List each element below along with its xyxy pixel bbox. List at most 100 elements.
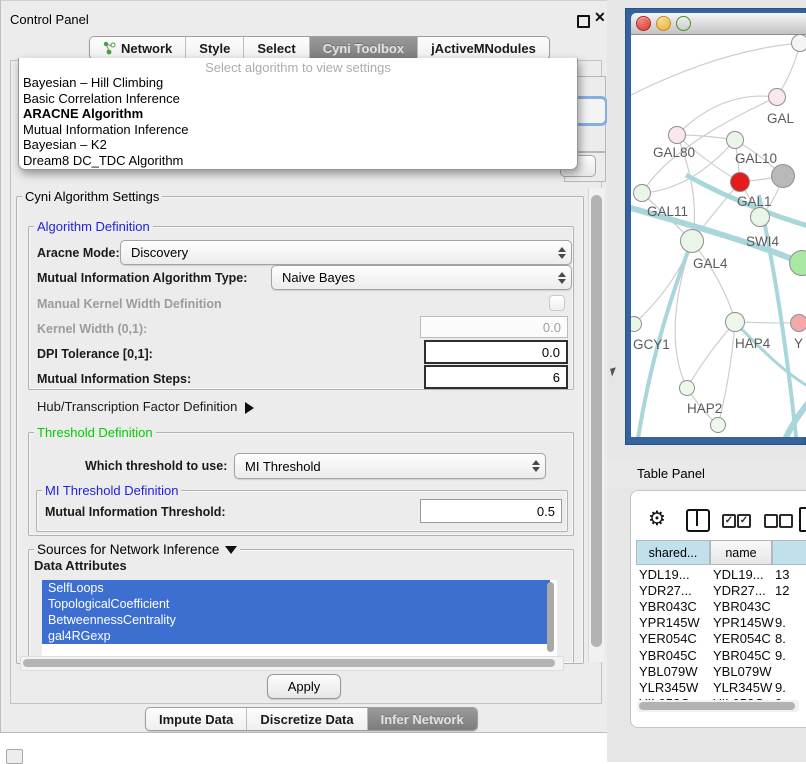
table-header-row: shared... name xyxy=(636,540,806,565)
tab-network-label: Network xyxy=(121,41,172,56)
network-node[interactable] xyxy=(730,172,750,192)
data-attribute-item[interactable]: BetweennessCentrality xyxy=(42,612,550,628)
table-row[interactable]: YBR043CYBR043C xyxy=(636,598,806,614)
export-table-icon[interactable] xyxy=(799,507,806,532)
network-view-window: GALGAL80GAL10GAL1GAL11SWI4GAL4GCY1HAP4YH… xyxy=(625,8,806,445)
settings-horizontal-scrollbar[interactable] xyxy=(20,656,564,671)
tab-infer-network[interactable]: Infer Network xyxy=(368,708,477,730)
threshold-definition-label: Threshold Definition xyxy=(34,426,156,439)
network-canvas[interactable]: GALGAL80GAL10GAL1GAL11SWI4GAL4GCY1HAP4YH… xyxy=(631,35,806,437)
manual-kernel-checkbox[interactable] xyxy=(549,295,565,311)
dpi-tolerance-field[interactable]: 0.0 xyxy=(424,340,568,364)
table-row[interactable]: YPR145WYPR145W9. xyxy=(636,615,806,631)
column-header-name[interactable]: name xyxy=(710,540,772,565)
network-node[interactable] xyxy=(750,207,770,227)
mi-type-label: Mutual Information Algorithm Type: xyxy=(37,271,247,285)
table-cell: YBR043C xyxy=(713,599,775,614)
node-label: Y xyxy=(794,336,803,351)
data-attributes-list[interactable]: SelfLoopsTopologicalCoefficientBetweenne… xyxy=(42,580,557,656)
attributes-scrollbar-thumb[interactable] xyxy=(547,582,554,652)
table-row[interactable]: YER054CYER054C8. xyxy=(636,631,806,647)
algorithm-option[interactable]: ARACNE Algorithm xyxy=(19,106,577,122)
table-horizontal-scrollbar[interactable] xyxy=(637,700,799,712)
deselect-all-checkbox-icon[interactable] xyxy=(779,514,793,528)
node-label: SWI4 xyxy=(746,234,779,249)
network-node[interactable] xyxy=(633,184,651,202)
network-icon xyxy=(103,41,116,55)
tab-discretize-data[interactable]: Discretize Data xyxy=(247,708,367,730)
network-node[interactable] xyxy=(668,126,686,144)
network-node[interactable] xyxy=(768,88,786,106)
columns-icon[interactable] xyxy=(686,509,710,532)
column-header-shared-name[interactable]: shared... xyxy=(636,540,710,565)
table-cell: YLR345W xyxy=(713,680,775,695)
table-cell: 12 xyxy=(775,583,805,598)
network-node[interactable] xyxy=(710,417,726,433)
tab-style[interactable]: Style xyxy=(186,37,244,59)
network-node[interactable] xyxy=(791,35,806,52)
vscroll-thumb[interactable] xyxy=(591,195,602,647)
network-node[interactable] xyxy=(679,380,695,396)
select-all-checkbox-icon[interactable]: ✓ xyxy=(737,514,751,528)
network-node[interactable] xyxy=(725,312,745,332)
network-node[interactable] xyxy=(726,131,744,149)
aracne-mode-select[interactable]: Discovery xyxy=(120,240,572,265)
table-row[interactable]: YBL079WYBL079W xyxy=(636,663,806,679)
tab-impute-data[interactable]: Impute Data xyxy=(146,708,247,730)
mi-steps-field[interactable]: 6 xyxy=(424,365,568,389)
table-cell: YER054C xyxy=(636,631,713,646)
table-row[interactable]: YDR27...YDR27...12 xyxy=(636,582,806,598)
zoom-traffic-light[interactable] xyxy=(676,16,691,31)
table-cell: 8. xyxy=(775,631,805,646)
close-icon[interactable]: ✕ xyxy=(594,9,606,26)
tab-select[interactable]: Select xyxy=(244,37,309,59)
hscroll-thumb[interactable] xyxy=(23,659,555,667)
close-traffic-light[interactable] xyxy=(636,16,651,31)
table-body[interactable]: YDL19...YDL19...13YDR27...YDR27...12YBR0… xyxy=(636,566,806,706)
which-threshold-value: MI Threshold xyxy=(235,459,527,474)
float-window-icon[interactable] xyxy=(577,15,590,28)
mi-type-value: Naive Bayes xyxy=(272,270,553,285)
settings-vertical-scrollbar[interactable] xyxy=(588,188,604,662)
table-cell: YDR27... xyxy=(713,583,775,598)
network-node[interactable] xyxy=(680,229,704,253)
tab-jactivemnodules[interactable]: jActiveMNodules xyxy=(418,37,549,59)
table-row[interactable]: YLR345WYLR345W9. xyxy=(636,679,806,695)
network-window-titlebar[interactable] xyxy=(631,13,806,35)
table-panel-title: Table Panel xyxy=(637,466,705,481)
mi-threshold-field[interactable]: 0.5 xyxy=(420,499,562,523)
which-threshold-select[interactable]: MI Threshold xyxy=(234,453,546,479)
table-row[interactable]: YBR045CYBR045C9. xyxy=(636,647,806,663)
tab-cyni-toolbox[interactable]: Cyni Toolbox xyxy=(310,37,418,59)
data-attribute-item[interactable]: SelfLoops xyxy=(42,580,550,596)
deselect-all-checkbox-icon[interactable] xyxy=(764,514,778,528)
algorithm-option[interactable]: Basic Correlation Inference xyxy=(19,91,577,107)
column-header-partial[interactable] xyxy=(772,540,806,565)
table-hscroll-thumb[interactable] xyxy=(639,702,795,710)
sources-section-toggle[interactable]: Sources for Network Inference xyxy=(34,543,240,556)
data-attribute-item[interactable]: gal4RGexp xyxy=(42,628,550,644)
algorithm-option[interactable]: Dream8 DC_TDC Algorithm xyxy=(19,153,577,169)
cyni-settings-group-label: Cyni Algorithm Settings xyxy=(22,190,162,203)
network-node[interactable] xyxy=(790,314,806,332)
minimize-traffic-light[interactable] xyxy=(656,16,671,31)
table-cell: YER054C xyxy=(713,631,775,646)
select-all-checkbox-icon[interactable]: ✓ xyxy=(722,514,736,528)
gear-icon[interactable]: ⚙ xyxy=(648,506,666,531)
table-cell: YBL079W xyxy=(713,664,775,679)
table-row[interactable]: YDL19...YDL19...13 xyxy=(636,566,806,582)
apply-button[interactable]: Apply xyxy=(267,674,341,699)
tab-cyni-toolbox-label: Cyni Toolbox xyxy=(323,41,404,56)
table-cell: 9. xyxy=(775,648,805,663)
network-node[interactable] xyxy=(771,164,795,188)
data-attribute-item[interactable]: TopologicalCoefficient xyxy=(42,596,550,612)
algorithm-option[interactable]: Mutual Information Inference xyxy=(19,122,577,138)
algorithm-option[interactable]: Bayesian – K2 xyxy=(19,137,577,153)
algorithm-option[interactable]: Bayesian – Hill Climbing xyxy=(19,75,577,91)
tab-network[interactable]: Network xyxy=(90,37,186,59)
stepper-arrows-icon xyxy=(553,247,571,259)
aracne-mode-label: Aracne Mode: xyxy=(37,246,120,260)
node-label: HAP2 xyxy=(687,401,722,416)
mi-type-select[interactable]: Naive Bayes xyxy=(271,265,572,290)
hub-section-toggle[interactable]: Hub/Transcription Factor Definition xyxy=(37,399,254,414)
